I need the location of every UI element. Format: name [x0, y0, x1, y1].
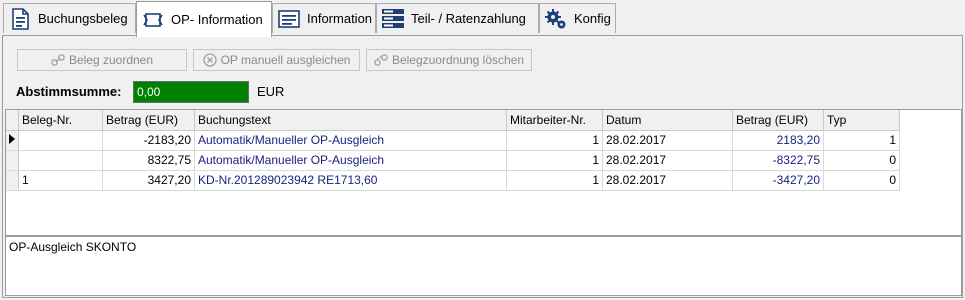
tab-label: Buchungsbeleg	[38, 11, 128, 26]
op-information-panel: Beleg zuordnen OP manuell ausgleichen Be…	[2, 35, 963, 298]
column-header[interactable]: Buchungstext	[194, 110, 507, 131]
abstimmsumme-field[interactable]: 0,00	[133, 81, 249, 103]
unlink-icon	[374, 53, 388, 67]
cell-betrag2[interactable]: -8322,75	[732, 150, 824, 171]
cell-typ[interactable]: 0	[823, 150, 900, 171]
cell-datum[interactable]: 28.02.2017	[602, 170, 733, 191]
cell-beleg[interactable]	[18, 130, 103, 151]
cell-betrag2[interactable]: 2183,20	[732, 130, 824, 151]
op-manuell-ausgleichen-button[interactable]: OP manuell ausgleichen	[193, 49, 360, 71]
column-header[interactable]: Typ	[823, 110, 900, 131]
tab-strip: Buchungsbeleg OP- Information Informatio…	[0, 0, 965, 37]
cell-mitarbeiter[interactable]: 1	[506, 170, 603, 191]
cell-buchungstext[interactable]: Automatik/Manueller OP-Ausgleich	[194, 130, 507, 151]
note-textarea[interactable]: OP-Ausgleich SKONTO	[5, 236, 962, 296]
document-icon	[8, 7, 32, 31]
cell-betrag[interactable]: 8322,75	[102, 150, 195, 171]
button-label: Belegzuordnung löschen	[391, 53, 525, 67]
table-row[interactable]: -2183,20 Automatik/Manueller OP-Ausgleic…	[6, 130, 900, 151]
current-row-indicator-icon	[6, 130, 19, 151]
column-header[interactable]: Beleg-Nr.	[18, 110, 103, 131]
belegzuordnung-loeschen-button[interactable]: Belegzuordnung löschen	[366, 49, 532, 71]
cell-mitarbeiter[interactable]: 1	[506, 150, 603, 171]
table-row[interactable]: 8322,75 Automatik/Manueller OP-Ausgleich…	[6, 150, 900, 171]
cell-mitarbeiter[interactable]: 1	[506, 130, 603, 151]
link-icon	[51, 53, 65, 67]
row-indicator	[6, 170, 19, 191]
info-list-icon	[277, 7, 301, 31]
column-header[interactable]: Mitarbeiter-Nr.	[506, 110, 603, 131]
cell-datum[interactable]: 28.02.2017	[602, 130, 733, 151]
op-grid[interactable]: Beleg-Nr. Betrag (EUR) Buchungstext Mita…	[5, 109, 962, 236]
op-info-icon	[141, 8, 165, 32]
cell-typ[interactable]: 0	[823, 170, 900, 191]
grid-header-row: Beleg-Nr. Betrag (EUR) Buchungstext Mita…	[6, 110, 900, 131]
tab-buchungsbeleg[interactable]: Buchungsbeleg	[3, 3, 136, 33]
tab-label: Konfig	[574, 11, 611, 26]
tab-label: Teil- / Ratenzahlung	[411, 11, 526, 26]
cell-betrag[interactable]: -2183,20	[102, 130, 195, 151]
column-header[interactable]: Betrag (EUR)	[732, 110, 824, 131]
column-header[interactable]: Datum	[602, 110, 733, 131]
row-indicator	[6, 150, 19, 171]
tab-teilzahlung[interactable]: Teil- / Ratenzahlung	[376, 3, 539, 33]
tab-label: Information	[307, 11, 373, 26]
installment-icon	[381, 7, 405, 31]
cell-betrag2[interactable]: -3427,20	[732, 170, 824, 191]
button-label: OP manuell ausgleichen	[220, 53, 351, 67]
gear-icon	[544, 7, 568, 31]
cell-buchungstext[interactable]: KD-Nr.201289023942 RE1713,60	[194, 170, 507, 191]
cell-datum[interactable]: 28.02.2017	[602, 150, 733, 171]
column-header[interactable]: Betrag (EUR)	[102, 110, 195, 131]
tab-information[interactable]: Information	[272, 3, 376, 33]
beleg-zuordnen-button[interactable]: Beleg zuordnen	[17, 49, 187, 71]
table-row[interactable]: 1 3427,20 KD-Nr.201289023942 RE1713,60 1…	[6, 170, 900, 191]
row-indicator-header	[6, 110, 19, 131]
cell-buchungstext[interactable]: Automatik/Manueller OP-Ausgleich	[194, 150, 507, 171]
cell-betrag[interactable]: 3427,20	[102, 170, 195, 191]
button-label: Beleg zuordnen	[68, 53, 154, 67]
tab-konfig[interactable]: Konfig	[539, 3, 616, 33]
tab-label: OP- Information	[171, 12, 263, 27]
abstimmsumme-label: Abstimmsumme:	[16, 84, 122, 99]
cancel-circle-icon	[202, 53, 217, 67]
cell-beleg[interactable]	[18, 150, 103, 171]
abstimmsumme-unit: EUR	[257, 84, 285, 99]
cell-beleg[interactable]: 1	[18, 170, 103, 191]
tab-op-information[interactable]: OP- Information	[136, 1, 272, 37]
cell-typ[interactable]: 1	[823, 130, 900, 151]
